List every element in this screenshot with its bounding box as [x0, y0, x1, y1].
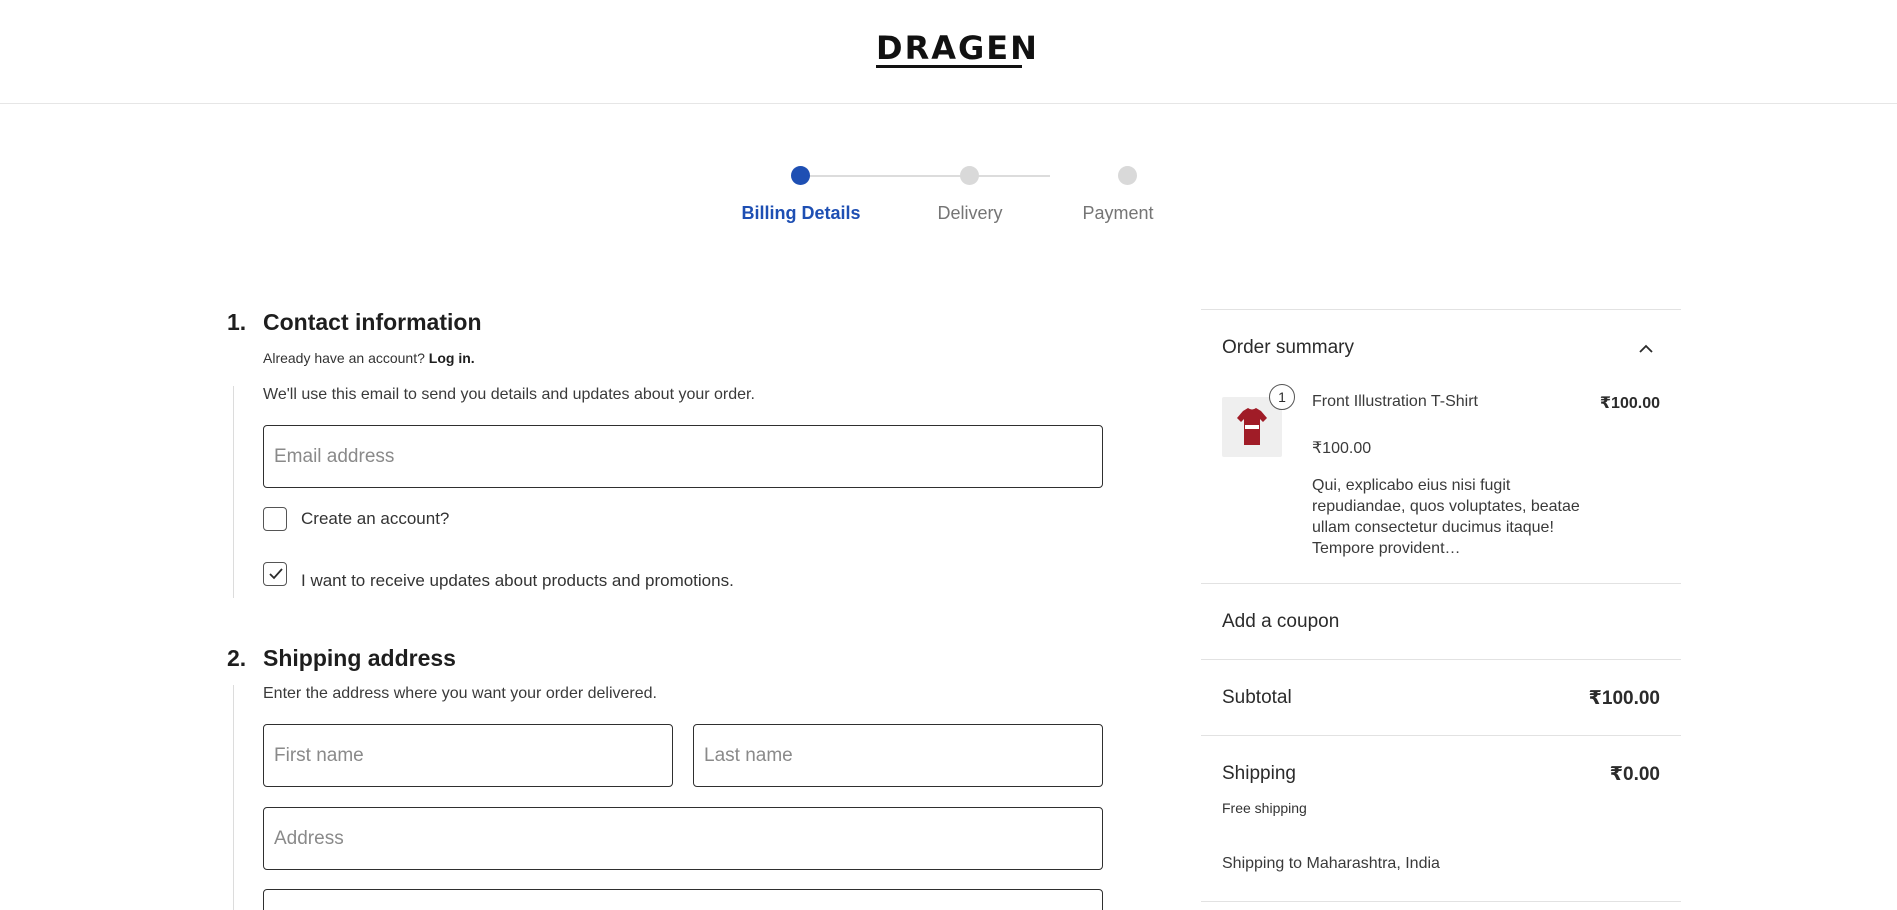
step-label-billing[interactable]: Billing Details — [721, 203, 881, 224]
first-name-input[interactable] — [264, 725, 672, 786]
brand-logo[interactable]: DRAGEN — [876, 29, 1039, 70]
summary-divider — [1201, 735, 1681, 736]
shipping-method: Free shipping — [1222, 800, 1307, 816]
login-prompt-text: Already have an account? — [263, 350, 425, 366]
summary-divider — [1201, 659, 1681, 660]
subtotal-label: Subtotal — [1222, 687, 1292, 708]
stepper-track — [800, 175, 1050, 177]
contact-section-number: 1. — [227, 309, 247, 335]
checkmark-icon — [269, 568, 283, 580]
summary-divider — [1201, 309, 1681, 310]
last-name-input[interactable] — [694, 725, 1102, 786]
logo-text: DRAGEN — [876, 29, 1039, 67]
shipping-intro: Enter the address where you want your or… — [263, 685, 657, 702]
shipping-section-number: 2. — [227, 645, 247, 671]
address-line-2-field[interactable] — [263, 889, 1103, 910]
quantity-badge: 1 — [1269, 384, 1295, 410]
login-prompt: Already have an account? Log in. — [263, 350, 475, 366]
chevron-up-icon[interactable] — [1637, 343, 1655, 355]
step-label-delivery[interactable]: Delivery — [890, 203, 1050, 224]
address-input[interactable] — [264, 808, 1102, 869]
login-link[interactable]: Log in. — [429, 350, 475, 366]
shipping-section-rail — [233, 685, 234, 910]
step-dot-payment[interactable] — [1118, 166, 1137, 185]
email-field[interactable] — [263, 425, 1103, 488]
first-name-field[interactable] — [263, 724, 673, 787]
contact-intro: We'll use this email to send you details… — [263, 386, 755, 403]
last-name-field[interactable] — [693, 724, 1103, 787]
create-account-checkbox[interactable] — [263, 507, 287, 531]
step-dot-billing[interactable] — [791, 166, 810, 185]
product-line-total: ₹100.00 — [1599, 395, 1660, 412]
email-input[interactable] — [264, 426, 1102, 487]
step-dot-delivery[interactable] — [960, 166, 979, 185]
shipping-destination: Shipping to Maharashtra, India — [1222, 855, 1440, 872]
product-description: Qui, explicabo eius nisi fugit repudiand… — [1312, 477, 1580, 557]
summary-divider — [1201, 583, 1681, 584]
step-label-payment[interactable]: Payment — [1038, 203, 1198, 224]
summary-divider — [1201, 901, 1681, 902]
contact-section-rail — [233, 386, 234, 598]
shipping-section-title: Shipping address — [263, 645, 456, 671]
shipping-label: Shipping — [1222, 763, 1296, 784]
product-unit-price: ₹100.00 — [1312, 440, 1372, 457]
order-summary-title[interactable]: Order summary — [1222, 337, 1354, 359]
shipping-value: ₹0.00 — [1609, 764, 1660, 785]
logo-underline — [876, 65, 1022, 68]
product-name: Front Illustration T-Shirt — [1312, 393, 1478, 410]
subtotal-value: ₹100.00 — [1588, 688, 1660, 709]
updates-checkbox[interactable] — [263, 562, 287, 586]
contact-section-title: Contact information — [263, 309, 482, 335]
add-coupon-toggle[interactable]: Add a coupon — [1222, 611, 1339, 633]
order-summary: Order summary 1 Front Illustration T-Shi… — [1201, 309, 1681, 910]
address-field[interactable] — [263, 807, 1103, 870]
site-header: DRAGEN — [0, 0, 1897, 104]
updates-label[interactable]: I want to receive updates about products… — [301, 571, 734, 591]
checkout-stepper: Billing Details Delivery Payment — [730, 165, 1170, 225]
create-account-label[interactable]: Create an account? — [301, 509, 449, 529]
